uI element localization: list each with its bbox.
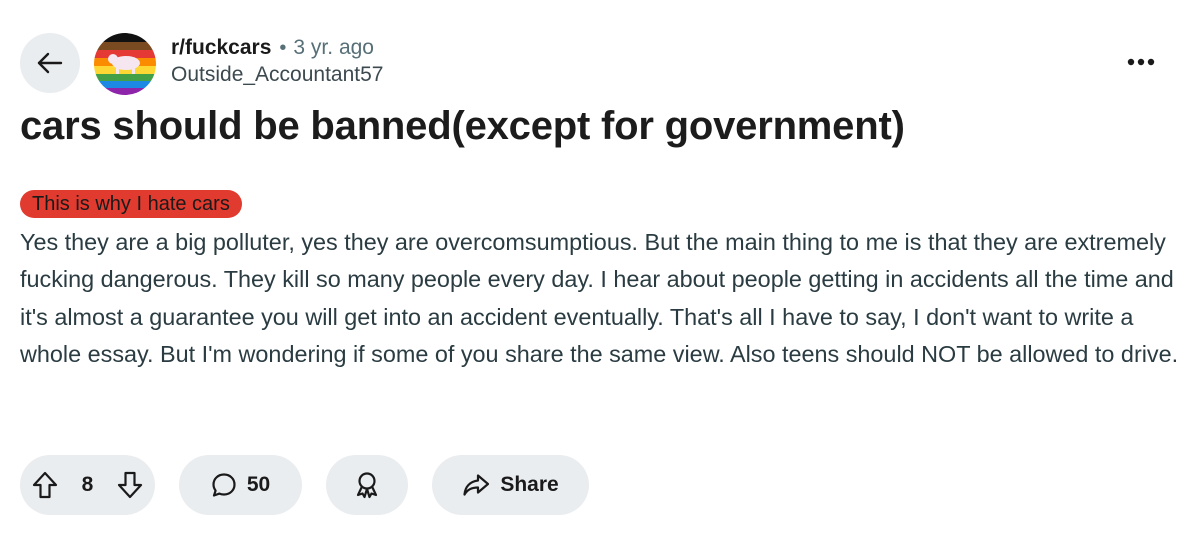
vote-count: 8 xyxy=(81,473,94,496)
post-meta: r/fuckcars • 3 yr. ago Outside_Accountan… xyxy=(171,34,383,87)
downvote-arrow-icon xyxy=(117,471,143,499)
comments-button[interactable]: 50 xyxy=(179,455,302,515)
arrow-left-icon xyxy=(37,52,63,74)
share-arrow-icon xyxy=(462,473,490,497)
share-button[interactable]: Share xyxy=(432,455,589,515)
post-action-bar: 8 50 Share xyxy=(20,455,589,515)
more-horizontal-icon xyxy=(1127,58,1155,66)
author-link[interactable]: Outside_Accountant57 xyxy=(171,63,383,87)
comment-bubble-icon xyxy=(211,472,237,498)
share-label: Share xyxy=(500,473,559,496)
comment-count: 50 xyxy=(246,473,271,496)
post-timestamp: 3 yr. ago xyxy=(293,36,374,59)
subreddit-avatar[interactable] xyxy=(94,33,156,95)
meta-separator: • xyxy=(279,36,287,59)
award-ribbon-icon xyxy=(354,471,380,499)
back-button[interactable] xyxy=(20,33,80,93)
upvote-arrow-icon xyxy=(32,471,58,499)
downvote-button[interactable] xyxy=(117,471,143,499)
award-button[interactable] xyxy=(326,455,408,515)
post-title: cars should be banned(except for governm… xyxy=(20,104,905,148)
upvote-button[interactable] xyxy=(32,471,58,499)
post-body: Yes they are a big polluter, yes they ar… xyxy=(20,229,1179,368)
subreddit-link[interactable]: r/fuckcars xyxy=(171,36,271,60)
more-options-button[interactable] xyxy=(1118,42,1164,82)
vote-control: 8 xyxy=(20,455,155,515)
post-flair[interactable]: This is why I hate cars xyxy=(20,190,242,218)
